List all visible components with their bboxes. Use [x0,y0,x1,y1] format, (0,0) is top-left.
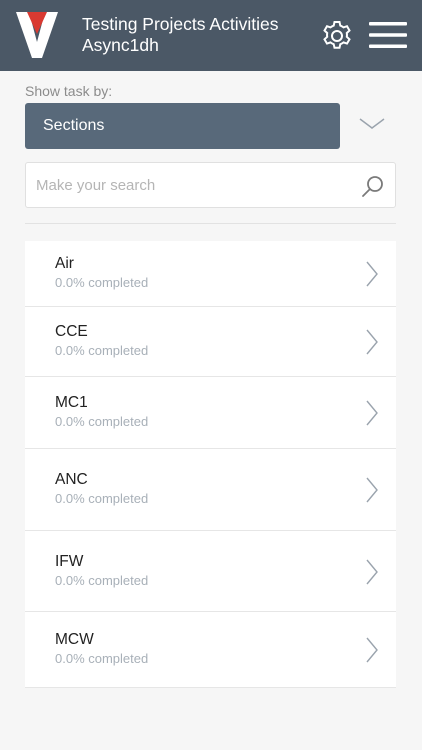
section-progress: 0.0% completed [55,275,149,290]
section-name: MCW [55,631,94,648]
app-header: Testing Projects Activities Async1dh [0,0,422,71]
list-item[interactable]: ANC 0.0% completed [25,449,396,531]
section-progress: 0.0% completed [55,491,149,506]
v-logo-icon[interactable] [16,12,58,58]
chevron-right-icon[interactable] [365,636,379,664]
page-title: Testing Projects Activities Async1dh [82,14,278,56]
list-item[interactable]: MC1 0.0% completed [25,377,396,449]
list-item[interactable]: Air 0.0% completed [25,241,396,307]
section-progress: 0.0% completed [55,414,149,429]
section-name: ANC [55,471,88,488]
section-progress: 0.0% completed [55,651,149,666]
section-progress: 0.0% completed [55,343,149,358]
section-progress: 0.0% completed [55,573,149,588]
show-task-by-label: Show task by: [25,83,113,99]
list-item[interactable]: IFW 0.0% completed [25,531,396,612]
chevron-right-icon[interactable] [365,328,379,356]
title-line-project: Testing Projects Activities [82,14,279,34]
hamburger-menu-icon[interactable] [369,21,407,49]
search-icon[interactable] [361,174,385,198]
chevron-right-icon[interactable] [365,399,379,427]
section-name: Air [55,255,74,272]
list-item[interactable]: MCW 0.0% completed [25,612,396,688]
chevron-right-icon[interactable] [365,476,379,504]
search-input[interactable] [36,163,356,207]
section-name: CCE [55,323,88,340]
chevron-right-icon[interactable] [365,260,379,288]
search-box [25,162,396,208]
list-item[interactable]: CCE 0.0% completed [25,307,396,377]
task-grouping-select[interactable]: Sections [25,103,340,149]
title-line-subtitle: Async1dh [82,35,159,55]
section-name: MC1 [55,394,88,411]
gear-icon[interactable] [321,20,353,52]
chevron-down-icon[interactable] [358,116,386,132]
chevron-right-icon[interactable] [365,558,379,586]
divider [25,223,396,224]
section-name: IFW [55,553,84,570]
